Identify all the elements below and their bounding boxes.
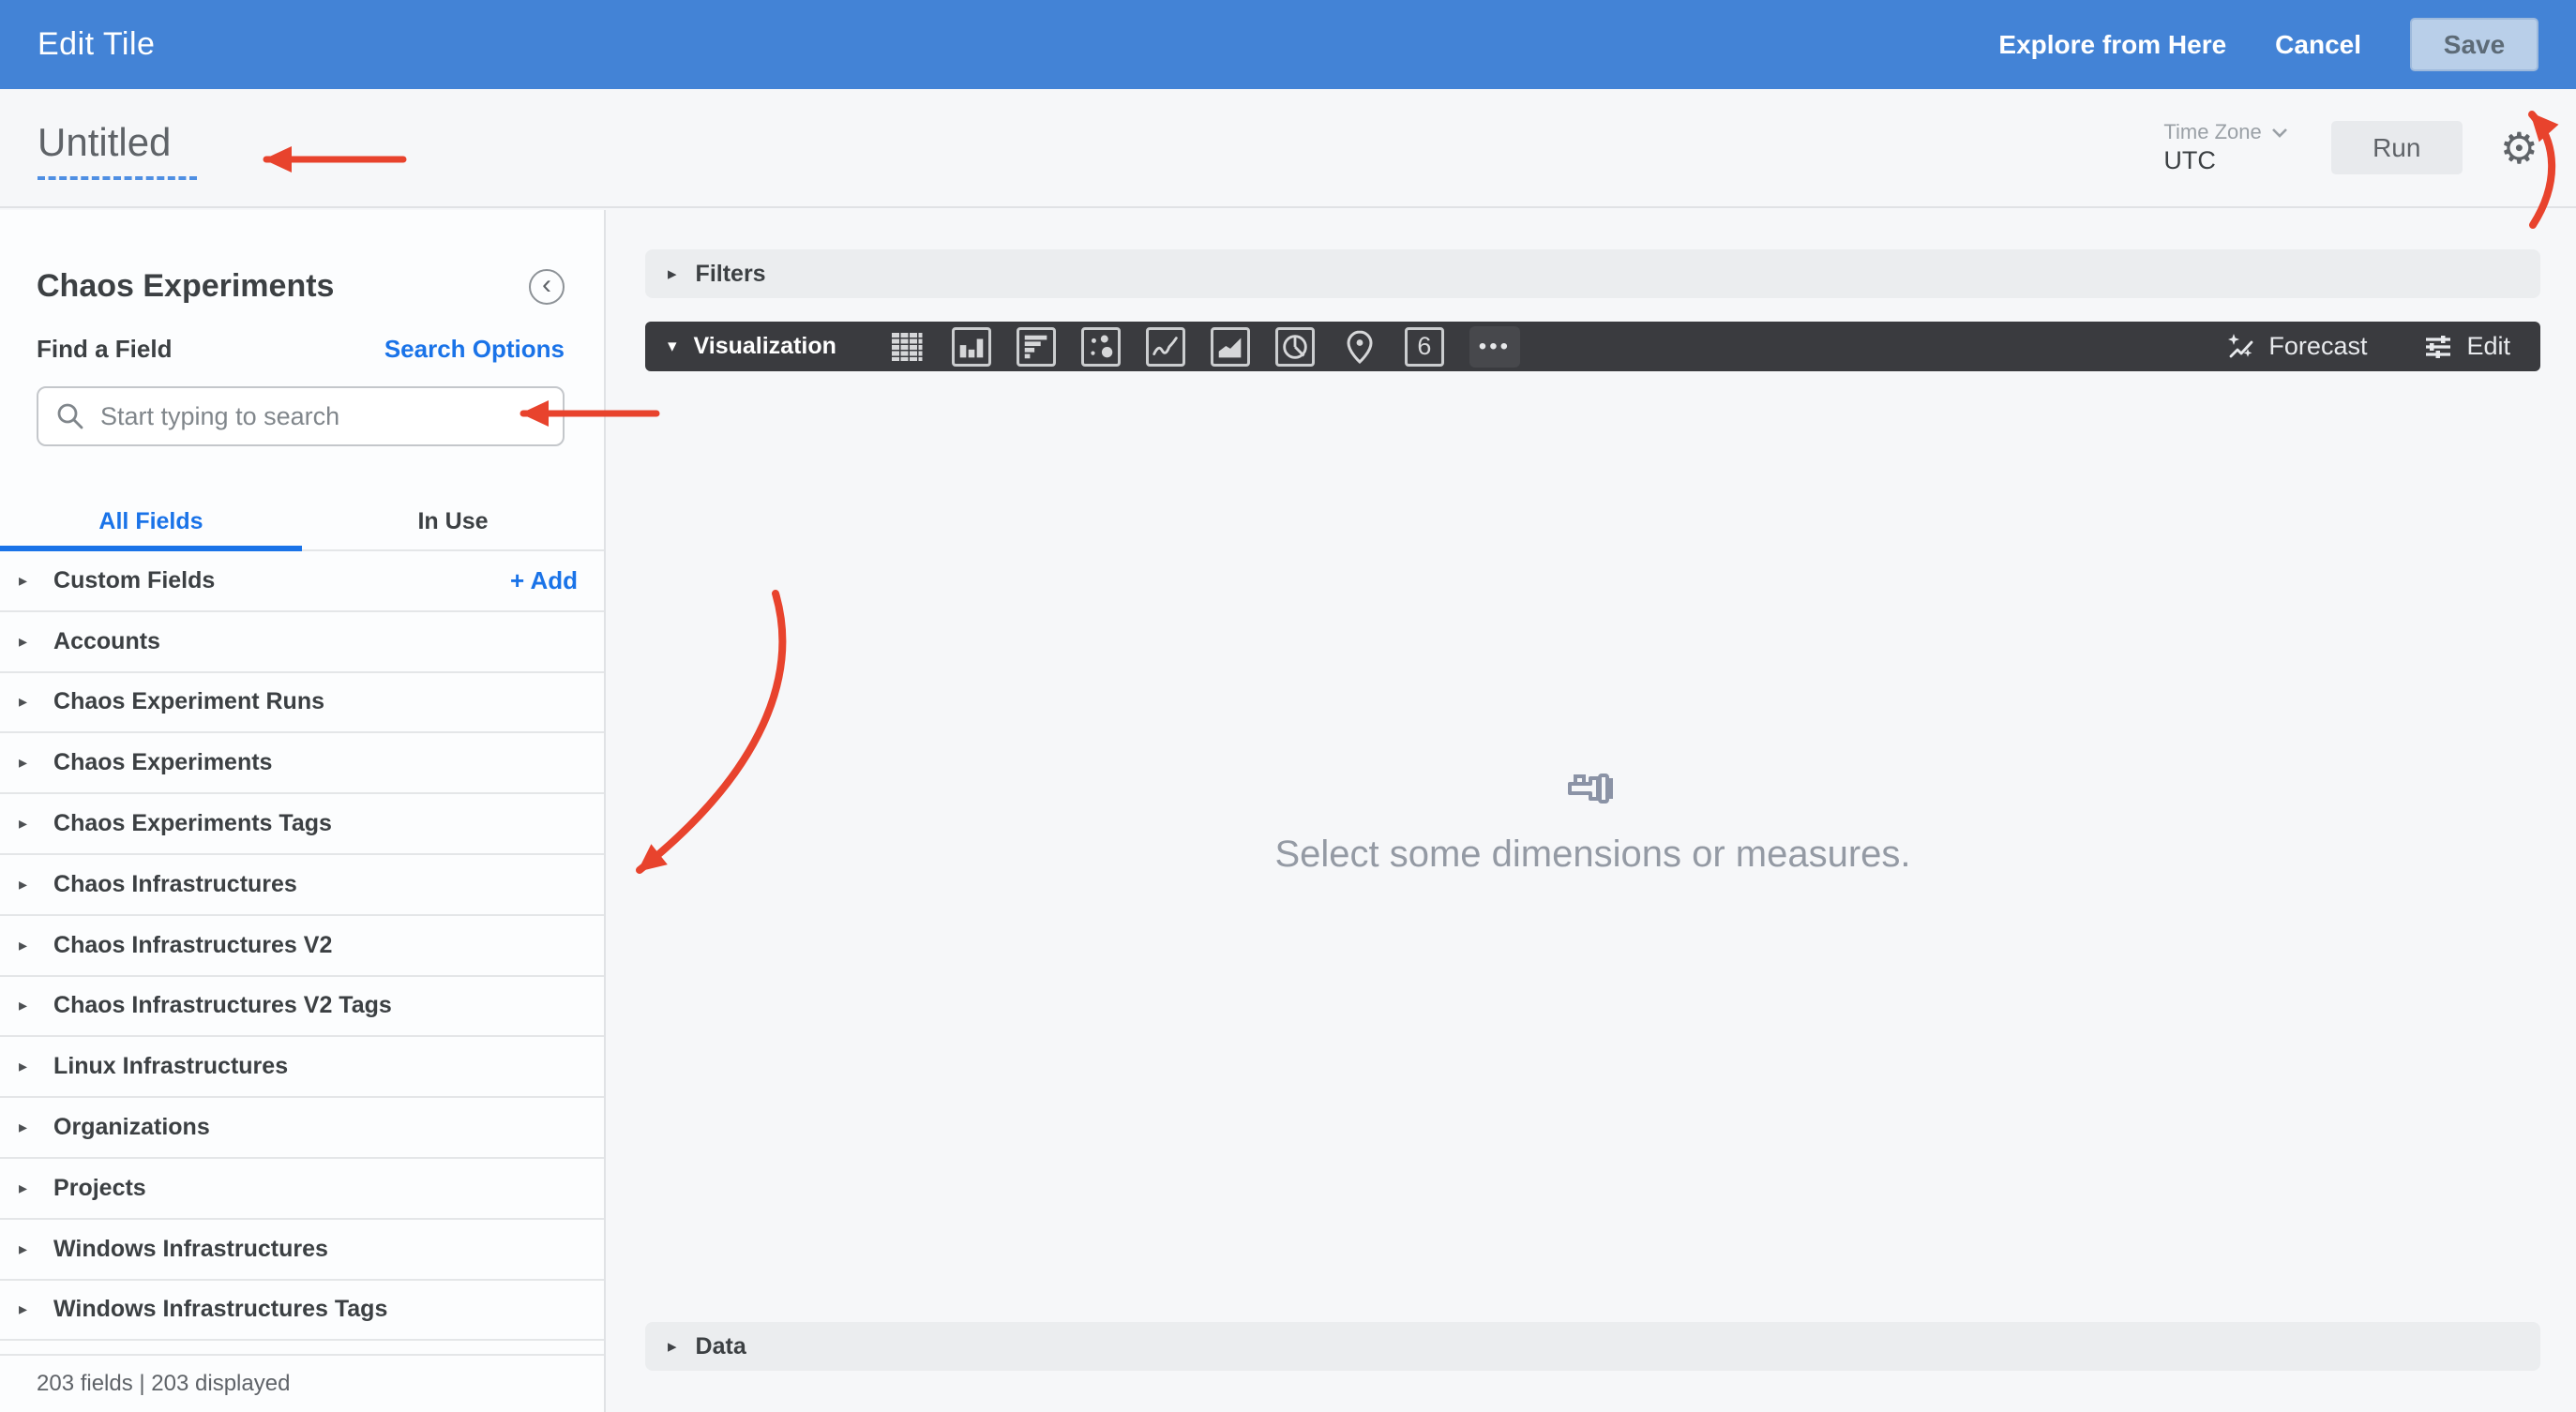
field-group-row[interactable]: ▸ Projects [0,1158,604,1220]
visualization-label[interactable]: Visualization [694,333,836,360]
field-search-box[interactable] [37,386,565,446]
field-group-row[interactable]: ▸ Accounts [0,611,604,673]
cancel-button[interactable]: Cancel [2275,30,2361,60]
forecast-button[interactable]: Forecast [2225,332,2367,362]
field-group-label: Chaos Experiments [53,749,273,776]
field-tabs: All Fields In Use [0,493,604,551]
run-button[interactable]: Run [2330,121,2463,174]
timezone-value: UTC [2163,145,2216,174]
dialog-title: Edit Tile [38,26,156,62]
field-group-row[interactable]: ▸ Organizations [0,1098,604,1159]
field-group-label: Accounts [53,627,160,654]
title-header: Untitled Time Zone UTC Run ⚙ [0,89,2576,208]
header-actions: Time Zone UTC Run ⚙ [2163,120,2538,175]
data-section-header[interactable]: ▸ Data [645,1322,2540,1371]
field-group-row[interactable]: ▸ Chaos Experiments [0,733,604,795]
caret-right-icon: ▸ [19,692,28,712]
filters-label: Filters [695,260,766,287]
edit-viz-button[interactable]: Edit [2423,332,2510,362]
tab-all-fields[interactable]: All Fields [0,493,302,551]
caret-right-icon: ▸ [19,1057,28,1076]
save-button[interactable]: Save [2410,18,2538,71]
table-chart-icon[interactable] [887,327,926,367]
caret-right-icon: ▸ [19,631,28,651]
line-chart-icon[interactable] [1145,326,1185,367]
field-group-label: Chaos Infrastructures V2 Tags [53,992,392,1019]
filters-section-header[interactable]: ▸ Filters [645,249,2540,298]
field-list: ▸ Custom Fields + Add ▸ Accounts ▸ Chaos… [0,551,604,1342]
caret-down-icon[interactable]: ▾ [668,336,677,357]
field-group-row[interactable]: ▸ Chaos Infrastructures V2 Tags [0,976,604,1038]
viz-empty-state: Select some dimensions or measures. [645,771,2540,876]
forecast-sparkle-icon [2228,333,2253,357]
chevron-left-icon: ‹ [542,268,551,300]
area-chart-icon[interactable] [1210,326,1250,367]
caret-right-icon: ▸ [19,1178,28,1197]
caret-right-icon: ▸ [19,814,28,834]
field-group-label: Organizations [53,1114,210,1141]
field-count-footer: 203 fields | 203 displayed [0,1354,604,1412]
top-bar-actions: Explore from Here Cancel Save [1998,18,2538,71]
field-picker-sidebar: Chaos Experiments ‹ Find a Field Search … [0,210,606,1412]
field-group-row[interactable]: ▸ Linux Infrastructures [0,1037,604,1099]
search-icon [57,403,83,429]
flashlight-icon [1566,771,1620,811]
map-chart-icon[interactable] [1340,327,1379,367]
more-viz-types-icon[interactable]: ••• [1469,325,1520,368]
gear-icon[interactable]: ⚙ [2500,127,2538,170]
field-group-row[interactable]: ▸ Windows Infrastructures [0,1219,604,1281]
tile-title-input[interactable]: Untitled [38,120,198,180]
visualization-section-header: ▾ Visualization 6 ••• Forecast Edit [645,322,2540,371]
caret-right-icon: ▸ [19,935,28,954]
caret-right-icon: ▸ [19,570,28,590]
data-label: Data [695,1332,746,1359]
search-input[interactable] [100,401,546,431]
field-group-row[interactable]: ▸ Chaos Infrastructures [0,854,604,916]
single-value-chart-icon[interactable]: 6 [1404,326,1444,367]
pie-chart-icon[interactable] [1274,326,1315,367]
field-group-label: Windows Infrastructures Tags [53,1296,388,1323]
top-bar: Edit Tile Explore from Here Cancel Save [0,0,2576,89]
caret-right-icon: ▸ [19,874,28,894]
field-group-label: Chaos Infrastructures V2 [53,931,333,958]
caret-right-icon: ▸ [19,1299,28,1319]
caret-right-icon: ▸ [19,1239,28,1258]
field-group-row[interactable]: ▸ Chaos Infrastructures V2 [0,915,604,977]
add-custom-field-link[interactable]: + Add [510,566,578,595]
timezone-label: Time Zone [2163,120,2262,144]
field-group-row[interactable]: ▸ Chaos Experiment Runs [0,672,604,734]
scatterplot-chart-icon[interactable] [1080,326,1121,367]
field-group-label: Projects [53,1174,146,1201]
find-a-field-label: Find a Field [37,335,173,363]
empty-state-text: Select some dimensions or measures. [1274,834,1911,875]
timezone-selector[interactable]: Time Zone UTC [2163,120,2287,175]
caret-right-icon: ▸ [19,753,28,773]
explore-title: Chaos Experiments [37,268,335,304]
field-group-row[interactable]: ▸ Chaos Experiments Tags [0,794,604,855]
chevron-down-icon [2271,128,2287,138]
tab-in-use[interactable]: In Use [302,493,604,551]
caret-right-icon: ▸ [19,1118,28,1137]
field-group-label: Chaos Infrastructures [53,870,297,897]
explore-from-here-button[interactable]: Explore from Here [1998,30,2226,60]
search-options-link[interactable]: Search Options [384,335,565,364]
field-group-label: Linux Infrastructures [53,1053,289,1080]
field-group-label: Chaos Experiments Tags [53,810,332,837]
bar-chart-icon[interactable] [1016,326,1056,367]
field-group-label: Windows Infrastructures [53,1235,328,1262]
column-chart-icon[interactable] [951,326,991,367]
caret-right-icon: ▸ [668,263,677,284]
caret-right-icon: ▸ [19,996,28,1015]
collapse-sidebar-button[interactable]: ‹ [529,268,565,305]
viz-type-picker: 6 ••• [887,325,1520,368]
field-group-label: Chaos Experiment Runs [53,688,324,715]
field-group-row[interactable]: ▸ Windows Infrastructures Tags [0,1280,604,1342]
tune-sliders-icon [2426,335,2451,358]
caret-right-icon: ▸ [668,1336,677,1357]
field-group-label: Custom Fields [53,566,216,593]
field-group-row[interactable]: ▸ Custom Fields + Add [0,551,604,612]
